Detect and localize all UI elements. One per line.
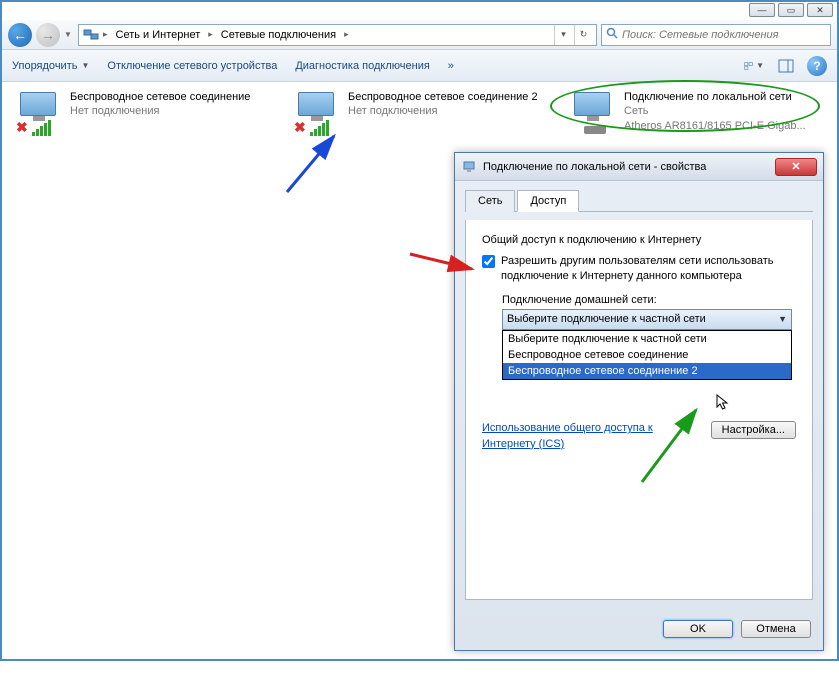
network-icon (83, 27, 99, 43)
search-box[interactable] (601, 24, 831, 46)
preview-pane-icon[interactable] (775, 56, 797, 76)
close-button[interactable]: ✕ (807, 3, 833, 17)
command-bar: Упорядочить ▼ Отключение сетевого устрой… (2, 50, 837, 82)
connection-title: Беспроводное сетевое соединение (70, 90, 250, 104)
chevron-down-icon: ▼ (778, 314, 787, 324)
tab-network[interactable]: Сеть (465, 190, 515, 212)
connection-status: Нет подключения (70, 104, 250, 118)
tab-panel-sharing: Общий доступ к подключению к Интернету Р… (465, 220, 813, 600)
combo-option[interactable]: Беспроводное сетевое соединение (503, 347, 791, 363)
connection-adapter: Atheros AR8161/8165 PCI-E Gigab... (624, 119, 806, 133)
connection-title: Беспроводное сетевое соединение 2 (348, 90, 538, 104)
lan-connection-icon (570, 90, 618, 138)
network-icon (461, 159, 477, 175)
breadcrumb-sep: ▸ (342, 29, 351, 40)
combo-selected-text: Выберите подключение к частной сети (507, 313, 706, 325)
breadcrumb-sep: ▸ (206, 29, 215, 40)
groupbox-label: Общий доступ к подключению к Интернету (482, 234, 796, 246)
forward-button[interactable]: → (36, 23, 60, 47)
maximize-button[interactable]: ▭ (778, 3, 804, 17)
window-titlebar: — ▭ ✕ (2, 2, 837, 20)
wifi-connection-icon: ✖ (294, 90, 342, 138)
diagnose-button[interactable]: Диагностика подключения (295, 60, 429, 72)
connection-status: Сеть (624, 104, 806, 118)
address-dropdown[interactable]: ▾ (554, 25, 572, 45)
back-button[interactable]: ← (8, 23, 32, 47)
home-network-combo[interactable]: Выберите подключение к частной сети ▼ (502, 309, 792, 330)
dialog-close-button[interactable]: ✕ (775, 158, 817, 176)
navigation-bar: ← → ▼ ▸ Сеть и Интернет ▸ Сетевые подклю… (2, 20, 837, 50)
connection-item[interactable]: Подключение по локальной сети Сеть Ather… (568, 88, 828, 140)
minimize-button[interactable]: — (749, 3, 775, 17)
ics-help-link[interactable]: Использование общего доступа к Интернету… (482, 421, 672, 452)
disable-device-button[interactable]: Отключение сетевого устройства (107, 60, 277, 72)
cancel-button[interactable]: Отмена (741, 620, 811, 638)
tab-sharing[interactable]: Доступ (517, 190, 579, 212)
combo-option[interactable]: Беспроводное сетевое соединение 2 (503, 363, 791, 379)
dialog-titlebar[interactable]: Подключение по локальной сети - свойства… (455, 153, 823, 181)
help-icon[interactable]: ? (807, 56, 827, 76)
breadcrumb-sep: ▸ (101, 29, 110, 40)
allow-sharing-checkbox[interactable] (482, 255, 495, 268)
wifi-connection-icon: ✖ (16, 90, 64, 138)
allow-sharing-label: Разрешить другим пользователям сети испо… (501, 254, 796, 284)
history-dropdown[interactable]: ▼ (64, 30, 74, 39)
connection-status: Нет подключения (348, 104, 538, 118)
view-options-icon[interactable]: ▼ (743, 56, 765, 76)
organize-menu[interactable]: Упорядочить ▼ (12, 60, 89, 72)
combo-dropdown-list: Выберите подключение к частной сети Бесп… (502, 330, 792, 380)
breadcrumb-seg-1[interactable]: Сеть и Интернет (112, 27, 205, 43)
search-icon (606, 27, 618, 42)
properties-dialog: Подключение по локальной сети - свойства… (454, 152, 824, 651)
connection-item[interactable]: ✖ Беспроводное сетевое соединение 2 Нет … (292, 88, 552, 140)
refresh-button[interactable]: ↻ (574, 25, 592, 45)
connection-item[interactable]: ✖ Беспроводное сетевое соединение Нет по… (14, 88, 274, 140)
combo-option[interactable]: Выберите подключение к частной сети (503, 331, 791, 347)
address-bar[interactable]: ▸ Сеть и Интернет ▸ Сетевые подключения … (78, 24, 597, 46)
content-area: ✖ Беспроводное сетевое соединение Нет по… (2, 82, 837, 657)
connection-title: Подключение по локальной сети (624, 90, 806, 104)
home-network-label: Подключение домашней сети: (502, 294, 796, 306)
tab-strip: Сеть Доступ (465, 189, 813, 212)
search-input[interactable] (622, 29, 826, 41)
cursor-icon (716, 394, 730, 412)
ok-button[interactable]: OK (663, 620, 733, 638)
breadcrumb-seg-2[interactable]: Сетевые подключения (217, 27, 340, 43)
more-commands[interactable]: » (448, 60, 454, 72)
dialog-title: Подключение по локальной сети - свойства (483, 161, 769, 173)
settings-button[interactable]: Настройка... (711, 421, 796, 439)
